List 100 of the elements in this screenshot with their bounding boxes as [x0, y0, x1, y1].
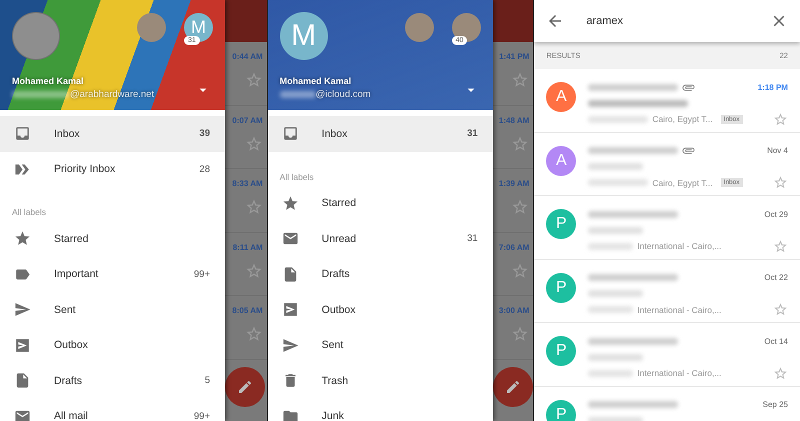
- compose-button[interactable]: [492, 367, 533, 407]
- drawer-item-label: Starred: [54, 232, 90, 245]
- item-count: 31: [467, 233, 478, 244]
- star-outline-icon: [511, 262, 530, 280]
- email-time: 1:41 PM: [499, 52, 530, 61]
- blurred-subject: [588, 354, 644, 360]
- drawer-item-label: Outbox: [322, 304, 357, 316]
- email-snippet: Cairo, Egypt T...: [652, 178, 713, 188]
- drawer-item-label: Drafts: [54, 374, 84, 387]
- blurred-subject: [588, 226, 644, 234]
- section-heading: All labels: [11, 206, 48, 219]
- drawer-item[interactable]: Inbox 31: [268, 116, 493, 152]
- star-outline-icon: [244, 325, 263, 343]
- drawer-item-label: Inbox: [54, 128, 81, 140]
- drawer-item-label: Drafts: [322, 268, 351, 280]
- drawer-item-label: Sent: [54, 304, 77, 316]
- email-time: 8:11 AM: [232, 242, 263, 252]
- item-count: 99+: [194, 410, 210, 421]
- email-time: 1:48 AM: [498, 116, 530, 124]
- star-outline-icon: [244, 134, 263, 152]
- drawer-item[interactable]: Starred: [0, 221, 225, 256]
- sender-avatar: A: [546, 146, 576, 176]
- star-outline-icon[interactable]: [772, 302, 788, 317]
- email-date: Nov 4: [767, 146, 788, 155]
- star-outline-icon: [244, 198, 263, 216]
- avatar-photo-placeholder[interactable]: [12, 12, 60, 60]
- avatar-photo-placeholder[interactable]: [404, 13, 434, 42]
- item-count: 28: [199, 164, 210, 175]
- star-outline-icon[interactable]: [772, 238, 788, 254]
- drawer-item-label: Junk: [322, 410, 345, 421]
- drawer-item[interactable]: Priority Inbox 28: [0, 152, 225, 187]
- drawer-item[interactable]: Outbox: [268, 292, 493, 328]
- drawer-item[interactable]: All mail 99+: [0, 398, 225, 421]
- avatar-photo-placeholder[interactable]: [137, 13, 166, 42]
- email-snippet: International - Cairo,...: [637, 368, 722, 378]
- section-heading: All labels: [278, 170, 315, 184]
- send-icon: [282, 336, 299, 354]
- search-result[interactable]: P Sep 25: [534, 386, 800, 421]
- star-outline-icon: [511, 325, 530, 343]
- drawer-item-label: Inbox: [322, 128, 348, 140]
- star-outline-icon: [511, 71, 530, 89]
- blurred-subject: [588, 163, 644, 170]
- drawer-item[interactable]: Sent: [268, 328, 493, 363]
- drawer-item[interactable]: Trash: [268, 363, 493, 398]
- drawer-item[interactable]: Junk: [268, 398, 493, 421]
- star-outline-icon[interactable]: [772, 366, 788, 380]
- outbox-icon: [282, 301, 299, 318]
- star-icon: [282, 194, 299, 212]
- item-count: 39: [199, 128, 210, 140]
- search-result[interactable]: P Oct 22 International - Cairo,...: [534, 260, 800, 323]
- pencil-icon: [237, 379, 253, 395]
- email-snippet: International - Cairo,...: [637, 304, 722, 314]
- account-name: Mohamed Kamal: [280, 76, 352, 86]
- inbox-icon: [14, 125, 31, 142]
- drawer-item[interactable]: Sent: [0, 292, 225, 328]
- send-icon: [14, 301, 31, 318]
- email-time: 8:05 AM: [232, 306, 263, 315]
- star-outline-icon[interactable]: [772, 175, 788, 190]
- drawer-item-label: Trash: [322, 374, 350, 387]
- email-date: Oct 22: [764, 273, 788, 282]
- email-date: 1:18 PM: [758, 82, 788, 92]
- pencil-icon: [504, 379, 521, 395]
- drawer-item[interactable]: Inbox 39: [0, 116, 225, 152]
- drawer-item[interactable]: Drafts: [268, 256, 493, 292]
- compose-button[interactable]: [225, 367, 265, 407]
- drawer-item-label: Sent: [322, 339, 344, 352]
- search-result[interactable]: P Oct 29 International - Cairo,...: [534, 196, 800, 260]
- sender-avatar: P: [546, 209, 576, 239]
- account-email: @icloud.com: [280, 89, 371, 100]
- email-time: 3:00 AM: [498, 306, 530, 315]
- drawer-item-label: Important: [54, 268, 100, 280]
- sender-avatar: P: [546, 400, 576, 421]
- search-result[interactable]: P Oct 14 International - Cairo,...: [534, 323, 800, 386]
- email-snippet: International - Cairo,...: [637, 241, 722, 251]
- item-count: 5: [204, 375, 210, 386]
- drawer-item[interactable]: Starred: [268, 186, 493, 221]
- star-outline-icon: [244, 71, 263, 89]
- sender-avatar: A: [546, 82, 576, 112]
- email-time: 8:33 AM: [232, 179, 263, 188]
- dimmed-app-bar: [225, 0, 267, 42]
- email-date: Sep 25: [762, 400, 788, 409]
- file-icon: [14, 372, 31, 390]
- blurred-subject: [588, 290, 644, 297]
- drawer-item[interactable]: Drafts 5: [0, 363, 225, 398]
- drawer-item[interactable]: Unread 31: [268, 221, 493, 256]
- item-count: 31: [467, 128, 478, 140]
- star-outline-icon[interactable]: [772, 112, 788, 126]
- inbox-icon: [282, 125, 299, 142]
- star-outline-icon: [511, 198, 530, 216]
- drawer-item-label: Starred: [322, 197, 358, 210]
- drawer-item-label: Priority Inbox: [54, 163, 116, 176]
- drawer-item-label: Outbox: [54, 339, 89, 352]
- item-count: 99+: [194, 268, 210, 280]
- drawer-item[interactable]: Important 99+: [0, 256, 225, 292]
- search-field[interactable]: aramex: [586, 15, 748, 27]
- email-time: 7:06 AM: [498, 242, 530, 252]
- drawer-item[interactable]: Outbox: [0, 328, 225, 363]
- dimmed-app-bar: [492, 0, 534, 42]
- drawer-item-label: All mail: [54, 410, 89, 421]
- email-time: 0:07 AM: [232, 116, 263, 124]
